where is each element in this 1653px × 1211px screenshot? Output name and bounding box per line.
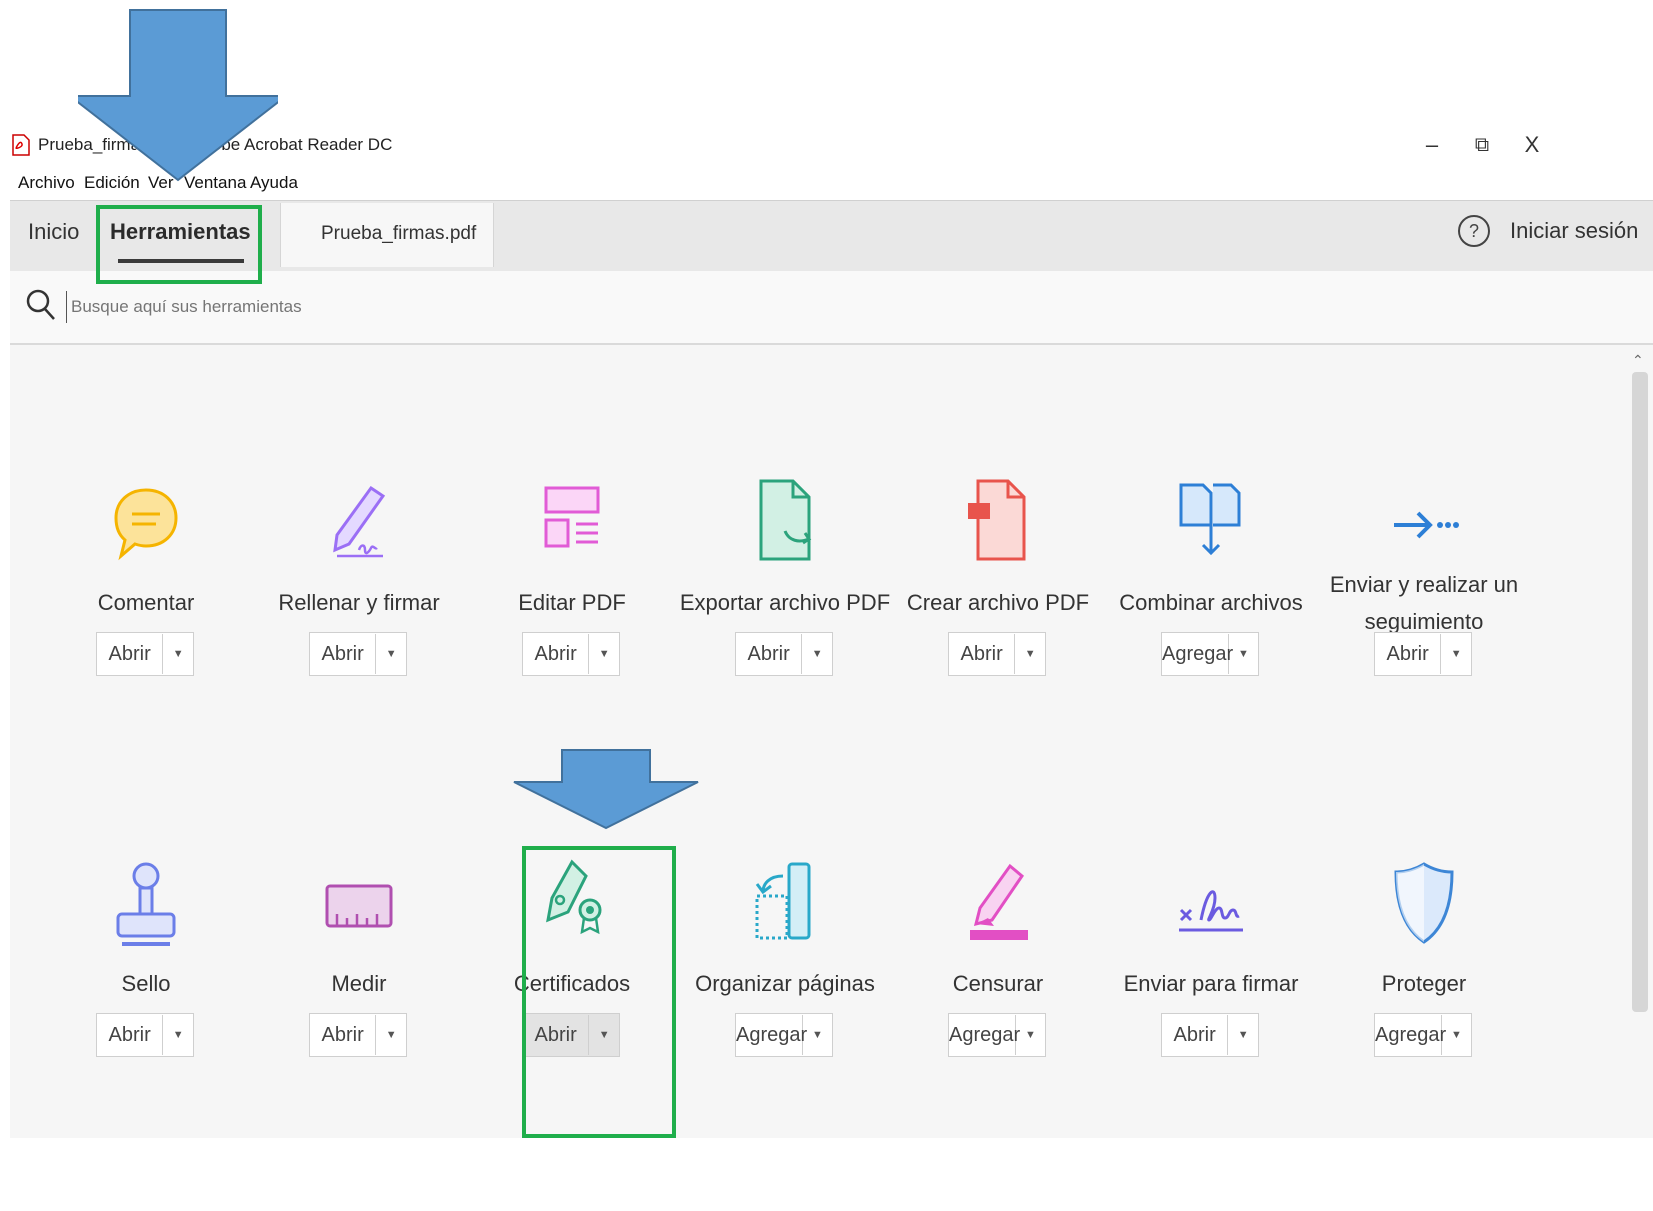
tool-open-button[interactable]: Abrir ▼ — [1374, 632, 1472, 676]
button-label: Agregar — [736, 1015, 807, 1055]
tool-open-button[interactable]: Abrir ▼ — [309, 1013, 407, 1057]
dropdown-arrow-icon[interactable]: ▼ — [376, 648, 406, 660]
tool-add-button[interactable]: Agregar ▼ — [735, 1013, 833, 1057]
search-icon[interactable] — [26, 289, 56, 321]
tool-add-button[interactable]: Agregar ▼ — [948, 1013, 1046, 1057]
tool-card-proteger[interactable]: Proteger Agregar ▼ — [1312, 851, 1536, 1211]
tool-add-button[interactable]: Agregar ▼ — [1161, 632, 1259, 676]
button-label: Abrir — [310, 634, 377, 674]
document-tab-label: Prueba_firmas.pdf — [321, 223, 477, 244]
tool-label: Rellenar y firmar — [278, 590, 440, 615]
scrollbar-thumb[interactable] — [1632, 372, 1648, 1012]
dropdown-arrow-icon[interactable]: ▼ — [163, 1029, 193, 1041]
button-label: Abrir — [310, 1015, 377, 1055]
edit-pdf-icon — [512, 470, 632, 580]
tool-label: Comentar — [97, 590, 195, 615]
dropdown-arrow-icon[interactable]: ▼ — [803, 1029, 832, 1041]
button-label: Abrir — [97, 634, 164, 674]
restore-button[interactable]: ⧉ — [1462, 130, 1502, 160]
tool-card-medir[interactable]: Medir Abrir ▼ — [247, 851, 471, 1211]
tool-label: Editar PDF — [518, 590, 626, 615]
tool-open-button[interactable]: Abrir ▼ — [309, 632, 407, 676]
button-label: Agregar — [1162, 634, 1233, 674]
tool-label: Censurar — [952, 971, 1044, 996]
redact-icon — [938, 851, 1058, 961]
tool-open-button[interactable]: Abrir ▼ — [96, 632, 194, 676]
tool-open-button[interactable]: Abrir ▼ — [1161, 1013, 1259, 1057]
fill-sign-icon — [299, 470, 419, 580]
send-sign-icon — [1151, 851, 1271, 961]
dropdown-arrow-icon[interactable]: ▼ — [1015, 648, 1045, 660]
tool-add-button[interactable]: Agregar ▼ — [1374, 1013, 1472, 1057]
send-track-icon — [1364, 470, 1484, 580]
tool-open-button[interactable]: Abrir ▼ — [522, 632, 620, 676]
protect-icon — [1364, 851, 1484, 961]
tool-card-exportar-pdf[interactable]: Exportar archivo PDF Abrir ▼ — [673, 470, 897, 830]
dropdown-arrow-icon[interactable]: ▼ — [1228, 1029, 1258, 1041]
highlight-certificados-tool — [522, 846, 676, 1138]
menu-archivo[interactable]: Archivo — [18, 173, 75, 193]
tool-label: Proteger — [1381, 971, 1467, 996]
tool-open-button[interactable]: Abrir ▼ — [735, 632, 833, 676]
search-input[interactable] — [66, 291, 573, 323]
tool-card-enviar-firmar[interactable]: Enviar para firmar Abrir ▼ — [1099, 851, 1323, 1211]
button-label: Agregar — [1375, 1015, 1446, 1055]
tool-card-sello[interactable]: Sello Abrir ▼ — [34, 851, 258, 1211]
tool-label: Enviar y realizar un seguimiento — [1329, 572, 1519, 634]
tool-open-button[interactable]: Abrir ▼ — [96, 1013, 194, 1057]
combine-files-icon — [1151, 470, 1271, 580]
tool-open-button[interactable]: Abrir ▼ — [948, 632, 1046, 676]
tool-card-combinar[interactable]: Combinar archivos Agregar ▼ — [1099, 470, 1323, 830]
button-label: Abrir — [736, 634, 803, 674]
tool-card-enviar-seguimiento[interactable]: Enviar y realizar un seguimiento Abrir ▼ — [1312, 470, 1536, 830]
button-label: Abrir — [949, 634, 1016, 674]
close-button[interactable]: X — [1512, 130, 1552, 160]
button-label: Agregar — [949, 1015, 1020, 1055]
stamp-icon — [86, 851, 206, 961]
dropdown-arrow-icon[interactable]: ▼ — [163, 648, 193, 660]
tool-card-crear-pdf[interactable]: Crear archivo PDF Abrir ▼ — [886, 470, 1110, 830]
measure-icon — [299, 851, 419, 961]
comment-icon — [86, 470, 206, 580]
tab-inicio[interactable]: Inicio — [28, 219, 79, 245]
dropdown-arrow-icon[interactable]: ▼ — [1441, 648, 1471, 660]
annotation-arrow-down-icon — [513, 749, 699, 830]
tool-label: Crear archivo PDF — [906, 590, 1090, 615]
tool-card-censurar[interactable]: Censurar Agregar ▼ — [886, 851, 1110, 1211]
minimize-button[interactable]: – — [1412, 130, 1452, 160]
acrobat-app-icon — [12, 134, 30, 156]
tool-card-comentar[interactable]: Comentar Abrir ▼ — [34, 470, 258, 830]
create-pdf-icon — [938, 470, 1058, 580]
dropdown-arrow-icon[interactable]: ▼ — [1442, 1029, 1471, 1041]
tool-label: Organizar páginas — [695, 971, 875, 996]
tool-card-organizar-paginas[interactable]: Organizar páginas Agregar ▼ — [673, 851, 897, 1211]
export-pdf-icon — [725, 470, 845, 580]
dropdown-arrow-icon[interactable]: ▼ — [376, 1029, 406, 1041]
highlight-herramientas-tab — [96, 205, 262, 284]
tab-document[interactable]: Prueba_firmas.pdf — [280, 203, 494, 267]
dropdown-arrow-icon[interactable]: ▼ — [1229, 648, 1258, 660]
tool-label: Combinar archivos — [1119, 590, 1303, 615]
scroll-up-arrow[interactable]: ⌃ — [1632, 352, 1644, 369]
dropdown-arrow-icon[interactable]: ▼ — [802, 648, 832, 660]
button-label: Abrir — [97, 1015, 164, 1055]
button-label: Abrir — [1162, 1015, 1229, 1055]
tool-label: Enviar para firmar — [1123, 971, 1299, 996]
button-label: Abrir — [1375, 634, 1442, 674]
dropdown-arrow-icon[interactable]: ▼ — [589, 648, 619, 660]
tool-label: Sello — [121, 971, 171, 996]
annotation-arrow-down-icon — [78, 9, 278, 182]
tool-label: Exportar archivo PDF — [679, 590, 891, 615]
tool-label: Medir — [331, 971, 387, 996]
signin-link[interactable]: Iniciar sesión — [1510, 218, 1638, 244]
dropdown-arrow-icon[interactable]: ▼ — [1016, 1029, 1045, 1041]
organize-pages-icon — [725, 851, 845, 961]
tool-card-rellenar-firmar[interactable]: Rellenar y firmar Abrir ▼ — [247, 470, 471, 830]
help-icon[interactable]: ? — [1458, 215, 1490, 247]
button-label: Abrir — [523, 634, 590, 674]
